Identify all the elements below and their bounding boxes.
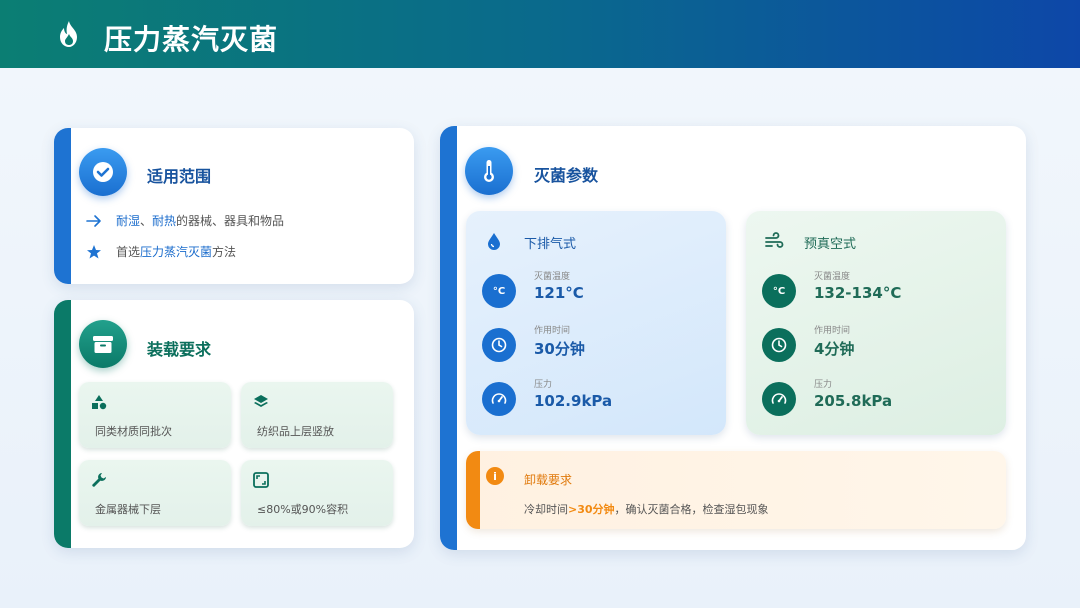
separator: 、 [140,214,153,228]
unload-highlight: >30分钟 [568,503,615,516]
loading-tile-2: 纺织品上层竖放 [241,382,393,448]
gauge-icon [482,382,516,416]
info-icon: i [486,467,504,485]
param-label: 灭菌温度 [814,272,851,282]
header-bar: 压力蒸汽灭菌 [0,0,1080,68]
param-value: 132-134°C [814,284,902,302]
param-value: 121°C [534,284,584,302]
param-value: 4分钟 [814,340,855,358]
unload-panel: i 卸载要求 冷却时间>30分钟，确认灭菌合格，检查湿包现象 [466,451,1006,529]
scope-line-2-pre: 首选 [116,245,141,259]
tile-label: 纺织品上层竖放 [257,425,334,438]
unload-title: 卸载要求 [524,473,573,487]
celsius-icon: °C [762,274,796,308]
params-title: 灭菌参数 [534,166,599,185]
card-accent-stripe [54,300,71,548]
param-temperature: °C 灭菌温度 132-134°C [762,269,992,311]
scope-line-2: 首选 压力蒸汽灭菌 方法 [84,243,236,260]
scope-line-2-post: 方法 [212,245,237,259]
wind-icon [765,232,784,248]
loading-tile-3: 金属器械下层 [79,460,231,526]
thermometer-icon [465,147,513,195]
unload-text: 冷却时间>30分钟，确认灭菌合格，检查湿包现象 [524,501,769,517]
highlight-heat: 耐热 [152,214,177,228]
layers-icon [254,395,268,407]
clock-icon [762,328,796,362]
param-label: 压力 [534,380,553,390]
scope-card: 适用范围 耐湿、耐热 的器械、器具和物品 首选 压力蒸汽灭菌 方法 [54,128,414,284]
arrow-right-icon [84,213,104,229]
unload-text-post: ，确认灭菌合格，检查湿包现象 [614,503,769,516]
archive-box-icon [79,320,127,368]
param-value: 205.8kPa [814,392,893,410]
loading-tile-4: ≤80%或90%容积 [241,460,393,526]
droplet-icon [488,233,500,250]
scope-line-1: 耐湿、耐热 的器械、器具和物品 [84,212,284,229]
gauge-icon [762,382,796,416]
param-value: 102.9kPa [534,392,613,410]
mode-gravity-panel: 下排气式 °C 灭菌温度 121°C 作用时间 30分钟 压力 102.9kPa [466,211,726,435]
page-title: 压力蒸汽灭菌 [104,23,279,56]
unload-text-pre: 冷却时间 [524,503,568,516]
loading-title: 装载要求 [147,340,212,359]
tile-label: 同类材质同批次 [95,425,172,438]
mode-name: 下排气式 [524,237,577,252]
clock-icon [482,328,516,362]
mode-prevacuum-panel: 预真空式 °C 灭菌温度 132-134°C 作用时间 4分钟 压力 205.8… [746,211,1006,435]
param-pressure: 压力 102.9kPa [482,377,712,419]
scope-line-1-rest: 的器械、器具和物品 [176,214,285,228]
expand-icon [253,472,269,488]
params-card: 灭菌参数 下排气式 °C 灭菌温度 121°C 作用时间 30分钟 压力 102… [440,126,1026,550]
mode-name: 预真空式 [804,237,857,252]
param-label: 作用时间 [534,326,571,336]
param-time: 作用时间 4分钟 [762,323,992,365]
param-label: 压力 [814,380,833,390]
highlight-steam: 压力蒸汽灭菌 [140,245,213,259]
highlight-moisture: 耐湿 [116,214,141,228]
scope-title: 适用范围 [147,167,212,186]
celsius-icon: °C [482,274,516,308]
param-label: 作用时间 [814,326,851,336]
tile-label: 金属器械下层 [95,503,161,516]
check-circle-icon [79,148,127,196]
star-icon [84,244,104,260]
param-pressure: 压力 205.8kPa [762,377,992,419]
shapes-icon [92,395,107,410]
param-label: 灭菌温度 [534,272,571,282]
loading-card: 装载要求 同类材质同批次 纺织品上层竖放 金属器械下层 ≤80%或90%容积 [54,300,414,548]
wrench-icon [92,473,106,487]
param-time: 作用时间 30分钟 [482,323,712,365]
param-temperature: °C 灭菌温度 121°C [482,269,712,311]
param-value: 30分钟 [534,340,585,358]
unload-accent-stripe [466,451,480,529]
loading-tile-1: 同类材质同批次 [79,382,231,448]
card-accent-stripe [54,128,71,284]
flame-icon [60,21,77,47]
tile-label: ≤80%或90%容积 [257,503,349,516]
card-accent-stripe [440,126,457,550]
